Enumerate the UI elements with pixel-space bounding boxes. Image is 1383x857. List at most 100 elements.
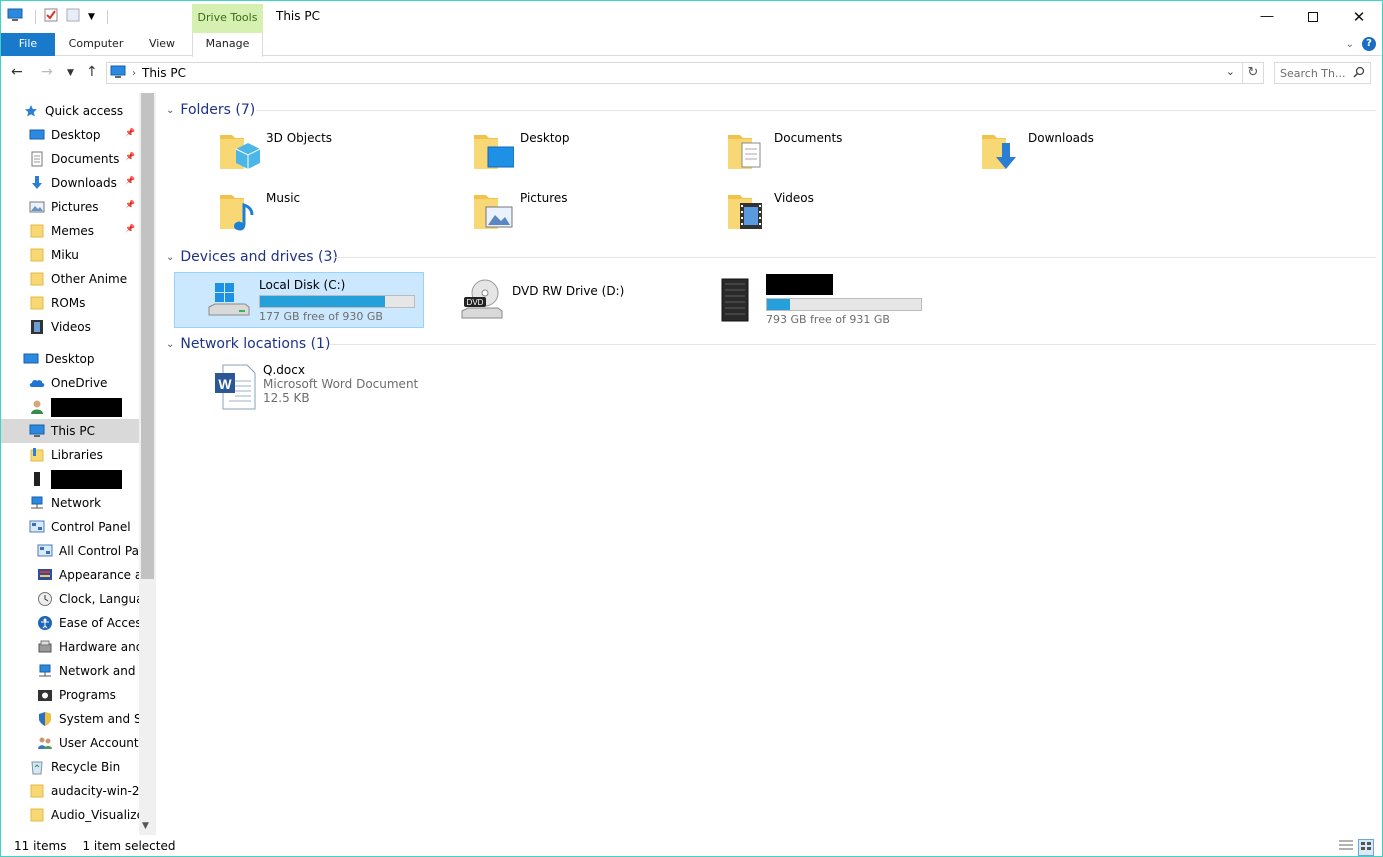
sidebar-item[interactable]: Documents 📌	[1, 147, 139, 171]
tab-manage[interactable]: Manage	[192, 33, 263, 57]
folder-tile[interactable]: 3D Objects	[216, 129, 332, 173]
sidebar-item[interactable]: Other Anime	[1, 267, 139, 291]
sidebar-item[interactable]: Libraries	[1, 443, 139, 467]
recent-locations-chevron-icon[interactable]: ▼	[67, 68, 74, 78]
up-arrow-icon[interactable]: ↑	[86, 64, 98, 80]
sidebar-item[interactable]: Network	[1, 491, 139, 515]
sidebar-item-label: Hardware and Sound	[59, 640, 139, 654]
sidebar-item[interactable]: All Control Panel Items	[1, 539, 139, 563]
sidebar-item[interactable]: ROMs	[1, 291, 139, 315]
pin-icon[interactable]: 📌	[125, 176, 135, 185]
sidebar-item[interactable]: OneDrive	[1, 371, 139, 395]
forward-arrow-icon[interactable]: →	[41, 64, 53, 80]
search-placeholder: Search Th...	[1280, 66, 1346, 80]
drive-tile[interactable]: DVD DVD RW Drive (D:)	[428, 272, 678, 328]
large-icons-view-icon[interactable]	[1358, 839, 1374, 856]
nav-scrollbar[interactable]: ▲ ▼	[139, 93, 156, 835]
properties-icon[interactable]	[44, 8, 58, 25]
tab-computer[interactable]: Computer	[59, 33, 133, 56]
close-icon: ✕	[1352, 7, 1366, 26]
capacity-bar-fill	[260, 295, 385, 307]
address-dropdown-icon[interactable]: ⌄	[1226, 65, 1235, 78]
sidebar-item[interactable]	[1, 395, 139, 419]
collapse-chevron-icon[interactable]: ⌄	[166, 339, 174, 350]
sidebar-item[interactable]: Videos	[1, 315, 139, 339]
tab-view[interactable]: View	[135, 33, 189, 56]
new-folder-icon[interactable]	[66, 8, 80, 25]
sidebar-item[interactable]	[1, 467, 139, 491]
sidebar-item-label: Libraries	[51, 448, 103, 462]
folder-icon	[724, 129, 768, 173]
pin-icon[interactable]: 📌	[125, 152, 135, 161]
breadcrumb-separator-icon[interactable]: ›	[132, 68, 136, 79]
folder-icon	[29, 271, 45, 287]
folder-icon	[29, 223, 45, 239]
help-icon[interactable]: ?	[1362, 37, 1376, 51]
sidebar-item-label: This PC	[51, 424, 95, 438]
search-input[interactable]: Search Th...	[1274, 62, 1371, 84]
sidebar-item[interactable]: Audio_Visualizer	[1, 803, 139, 827]
details-view-icon[interactable]	[1338, 839, 1354, 856]
drive-tile[interactable]: Local Disk (C:) 177 GB free of 930 GB	[174, 272, 424, 328]
sidebar-item[interactable]: Pictures 📌	[1, 195, 139, 219]
address-bar[interactable]: › This PC ⌄ ↻	[106, 62, 1264, 84]
drive-info: 793 GB free of 931 GB	[766, 274, 922, 326]
network-group-header[interactable]: ⌄ Network locations (1)	[166, 334, 330, 354]
navigation-bar: ← → ▼ ↑ › This PC ⌄ ↻ Search Th...	[1, 57, 1382, 89]
pin-icon[interactable]: 📌	[125, 200, 135, 209]
sidebar-item-label: Memes	[51, 224, 95, 238]
sidebar-item[interactable]: Appearance and Personalization	[1, 563, 139, 587]
sidebar-item[interactable]: Miku	[1, 243, 139, 267]
sidebar-item[interactable]: Recycle Bin	[1, 755, 139, 779]
maximize-button[interactable]	[1290, 1, 1336, 32]
group-title: Devices and drives (3)	[180, 249, 338, 265]
drive-tile[interactable]: 793 GB free of 931 GB	[682, 272, 932, 328]
pin-icon[interactable]: 📌	[125, 224, 135, 233]
scroll-down-icon[interactable]: ▼	[142, 821, 149, 831]
sidebar-item[interactable]: Control Panel	[1, 515, 139, 539]
tab-file[interactable]: File	[1, 33, 55, 56]
collapse-chevron-icon[interactable]: ⌄	[166, 105, 174, 116]
collapse-chevron-icon[interactable]: ⌄	[166, 252, 174, 263]
sidebar-item[interactable]: Programs	[1, 683, 139, 707]
folder-tile[interactable]: Music	[216, 189, 300, 233]
dvd-drive-icon: DVD	[458, 277, 504, 323]
pin-icon[interactable]: 📌	[125, 128, 135, 137]
sidebar-item[interactable]: Quick access	[1, 99, 139, 123]
sidebar-item-label: System and Security	[59, 712, 139, 726]
sidebar-item[interactable]: audacity-win-2.1	[1, 779, 139, 803]
selection-count: 1 item selected	[82, 839, 176, 853]
sidebar-item-label: Audio_Visualizer	[51, 808, 139, 822]
sidebar-item[interactable]: System and Security	[1, 707, 139, 731]
network-file-tile[interactable]: W Q.docx Microsoft Word Document 12.5 KB	[213, 363, 418, 411]
minimize-button[interactable]: ―	[1244, 1, 1290, 32]
devices-group-header[interactable]: ⌄ Devices and drives (3)	[166, 247, 338, 267]
toolbar-separator	[106, 9, 108, 24]
sidebar-item[interactable]: Memes 📌	[1, 219, 139, 243]
folders-group-header[interactable]: ⌄ Folders (7)	[166, 100, 255, 120]
breadcrumb[interactable]: This PC	[142, 66, 186, 80]
refresh-icon[interactable]: ↻	[1242, 63, 1263, 83]
customize-toolbar-icon[interactable]: ▼	[88, 12, 95, 22]
folder-tile[interactable]: Documents	[724, 129, 842, 173]
onedrive-icon	[29, 375, 45, 391]
expand-ribbon-icon[interactable]: ⌄	[1346, 39, 1354, 50]
folder-tile[interactable]: Desktop	[470, 129, 570, 173]
sidebar-item[interactable]: This PC	[1, 419, 139, 443]
folder-tile[interactable]: Videos	[724, 189, 814, 233]
back-arrow-icon[interactable]: ←	[11, 64, 23, 80]
sidebar-item[interactable]: Network and Internet	[1, 659, 139, 683]
item-count: 11 items	[14, 839, 67, 853]
sidebar-item[interactable]: Desktop 📌	[1, 123, 139, 147]
sidebar-item[interactable]: Desktop	[1, 347, 139, 371]
sidebar-item[interactable]: Downloads 📌	[1, 171, 139, 195]
computer-icon[interactable]	[7, 8, 23, 25]
sidebar-item[interactable]: Ease of Access	[1, 611, 139, 635]
sidebar-item[interactable]: Clock, Language, and Region	[1, 587, 139, 611]
folder-tile[interactable]: Pictures	[470, 189, 568, 233]
folder-tile[interactable]: Downloads	[978, 129, 1094, 173]
sidebar-item[interactable]: User Accounts	[1, 731, 139, 755]
close-button[interactable]: ✕	[1336, 1, 1382, 32]
scrollbar-thumb[interactable]	[141, 93, 154, 579]
sidebar-item[interactable]: Hardware and Sound	[1, 635, 139, 659]
